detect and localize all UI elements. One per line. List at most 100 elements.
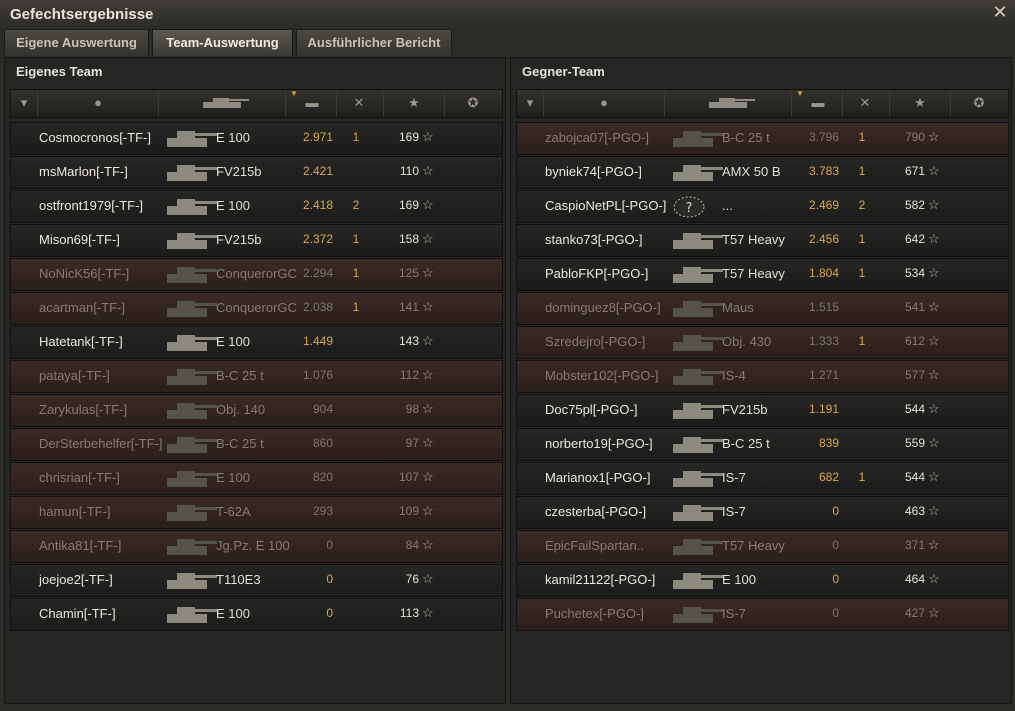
table-row[interactable]: Marianox1[-PGO-] IS-7 682 1 544 ☆ — [516, 462, 1009, 495]
vehicle-name: B-C 25 t — [722, 436, 770, 451]
header-kills[interactable]: ✕ — [337, 90, 384, 117]
vehicle-name: T57 Heavy — [722, 538, 785, 553]
header-damage[interactable]: ▼ ▬ — [792, 90, 843, 117]
player-name: Mison69[-TF-] — [39, 232, 120, 247]
player-icon: ● — [94, 95, 102, 110]
close-icon[interactable]: ✕ — [991, 3, 1009, 21]
kills-value: 1 — [858, 130, 866, 144]
table-row[interactable]: pataya[-TF-] B-C 25 t 1.076 112 ☆ — [10, 360, 503, 393]
vehicle-name: IS-7 — [722, 504, 746, 519]
xp-value: 463 — [904, 504, 925, 518]
xp-value: 582 — [904, 198, 925, 212]
player-name: ostfront1979[-TF-] — [39, 198, 144, 213]
table-row[interactable]: Puchetex[-PGO-] IS-7 0 427 ☆ — [516, 598, 1009, 631]
table-row[interactable]: joejoe2[-TF-] T110E3 0 76 ☆ — [10, 564, 503, 597]
table-row[interactable]: Antika81[-TF-] Jg.Pz. E 100 0 84 ☆ — [10, 530, 503, 563]
table-row[interactable]: byniek74[-PGO-] AMX 50 B 3.783 1 671 ☆ — [516, 156, 1009, 189]
star-icon: ☆ — [422, 163, 434, 178]
table-row[interactable]: dominguez8[-PGO-] Maus 1.515 541 ☆ — [516, 292, 1009, 325]
star-icon: ☆ — [422, 571, 434, 586]
vehicle-name: E 100 — [722, 572, 756, 587]
table-row[interactable]: Mobster102[-PGO-] IS-4 1.271 577 ☆ — [516, 360, 1009, 393]
table-row[interactable]: Doc75pl[-PGO-] FV215b 1.191 544 ☆ — [516, 394, 1009, 427]
vehicle-name: T57 Heavy — [722, 232, 785, 247]
table-row[interactable]: norberto19[-PGO-] B-C 25 t 839 559 ☆ — [516, 428, 1009, 461]
table-row[interactable]: Hatetank[-TF-] E 100 1.449 143 ☆ — [10, 326, 503, 359]
header-medals[interactable]: ✪ — [951, 90, 1007, 117]
xp-value: 141 — [398, 300, 419, 314]
squad-icon: ▾ — [526, 95, 534, 110]
player-name: chrisrian[-TF-] — [39, 470, 120, 485]
table-row[interactable]: acartman[-TF-] ConquerorGC 2.038 1 141 ☆ — [10, 292, 503, 325]
header-player[interactable]: ● — [38, 90, 159, 117]
svg-text:?: ? — [686, 201, 693, 216]
player-name: Szredejro[-PGO-] — [545, 334, 646, 349]
header-vehicle[interactable] — [665, 90, 792, 117]
star-icon: ☆ — [928, 333, 940, 348]
table-row[interactable]: zabojca07[-PGO-] B-C 25 t 3.796 1 790 ☆ — [516, 122, 1009, 155]
damage-value: 1.191 — [808, 402, 839, 416]
squad-icon: ▾ — [20, 95, 28, 110]
tab-eigene-auswertung[interactable]: Eigene Auswertung — [4, 29, 149, 56]
table-row[interactable]: NoNicK56[-TF-] ConquerorGC 2.294 1 125 ☆ — [10, 258, 503, 291]
table-row[interactable]: stanko73[-PGO-] T57 Heavy 2.456 1 642 ☆ — [516, 224, 1009, 257]
table-row[interactable]: CaspioNetPL[-PGO-]?... 2.469 2 582 ☆ — [516, 190, 1009, 223]
xp-value: 534 — [904, 266, 925, 280]
damage-value: 1.515 — [808, 300, 839, 314]
player-name: EpicFailSpartan.. — [545, 538, 644, 553]
table-row[interactable]: Szredejro[-PGO-] Obj. 430 1.333 1 612 ☆ — [516, 326, 1009, 359]
tank-icon — [673, 607, 723, 623]
table-row[interactable]: EpicFailSpartan.. T57 Heavy 0 371 ☆ — [516, 530, 1009, 563]
header-squad[interactable]: ▾ — [11, 90, 38, 117]
xp-value: 158 — [398, 232, 419, 246]
table-row[interactable]: chrisrian[-TF-] E 100 820 107 ☆ — [10, 462, 503, 495]
table-row[interactable]: hamun[-TF-] T-62A 293 109 ☆ — [10, 496, 503, 529]
star-icon: ☆ — [422, 129, 434, 144]
vehicle-name: Obj. 140 — [216, 402, 266, 417]
table-row[interactable]: msMarlon[-TF-] FV215b 2.421 110 ☆ — [10, 156, 503, 189]
header-vehicle[interactable] — [159, 90, 286, 117]
star-icon: ☆ — [422, 231, 434, 246]
star-icon: ☆ — [422, 299, 434, 314]
table-row[interactable]: Zarykulas[-TF-] Obj. 140 904 98 ☆ — [10, 394, 503, 427]
star-icon: ☆ — [928, 469, 940, 484]
header-player[interactable]: ● — [544, 90, 665, 117]
table-row[interactable]: ostfront1979[-TF-] E 100 2.418 2 169 ☆ — [10, 190, 503, 223]
player-name: Hatetank[-TF-] — [39, 334, 123, 349]
vehicle-name: E 100 — [216, 334, 250, 349]
star-icon: ☆ — [422, 503, 434, 518]
table-row[interactable]: Mison69[-TF-] FV215b 2.372 1 158 ☆ — [10, 224, 503, 257]
table-row[interactable]: DerSterbehelfer[-TF-] B-C 25 t 860 97 ☆ — [10, 428, 503, 461]
player-name: czesterba[-PGO-] — [545, 504, 647, 519]
header-xp[interactable]: ★ — [384, 90, 445, 117]
header-medals[interactable]: ✪ — [445, 90, 501, 117]
tank-icon — [673, 165, 723, 181]
damage-value: 2.038 — [302, 300, 333, 314]
header-squad[interactable]: ▾ — [517, 90, 544, 117]
table-row[interactable]: PabloFKP[-PGO-] T57 Heavy 1.804 1 534 ☆ — [516, 258, 1009, 291]
table-row[interactable]: czesterba[-PGO-] IS-7 0 463 ☆ — [516, 496, 1009, 529]
tank-icon — [673, 505, 723, 521]
player-name: hamun[-TF-] — [39, 504, 111, 519]
header-xp[interactable]: ★ — [890, 90, 951, 117]
xp-value: 427 — [904, 606, 925, 620]
vehicle-name: E 100 — [216, 606, 250, 621]
kills-value: 1 — [858, 334, 866, 348]
header-kills[interactable]: ✕ — [843, 90, 890, 117]
player-icon: ● — [600, 95, 608, 110]
xp-value: 84 — [405, 538, 419, 552]
tank-icon — [167, 267, 217, 283]
tab-team-auswertung[interactable]: Team-Auswertung — [152, 29, 293, 56]
table-row[interactable]: kamil21122[-PGO-] E 100 0 464 ☆ — [516, 564, 1009, 597]
tab-ausfuehrlicher-bericht[interactable]: Ausführlicher Bericht — [296, 29, 452, 56]
tank-icon — [167, 505, 217, 521]
player-name: PabloFKP[-PGO-] — [545, 266, 649, 281]
damage-value: 0 — [832, 606, 839, 620]
table-row[interactable]: Cosmocronos[-TF-] E 100 2.971 1 169 ☆ — [10, 122, 503, 155]
header-damage[interactable]: ▼ ▬ — [286, 90, 337, 117]
tank-icon — [673, 437, 723, 453]
xp-value: 98 — [405, 402, 419, 416]
table-row[interactable]: Chamin[-TF-] E 100 0 113 ☆ — [10, 598, 503, 631]
xp-value: 577 — [904, 368, 925, 382]
star-icon: ☆ — [422, 537, 434, 552]
